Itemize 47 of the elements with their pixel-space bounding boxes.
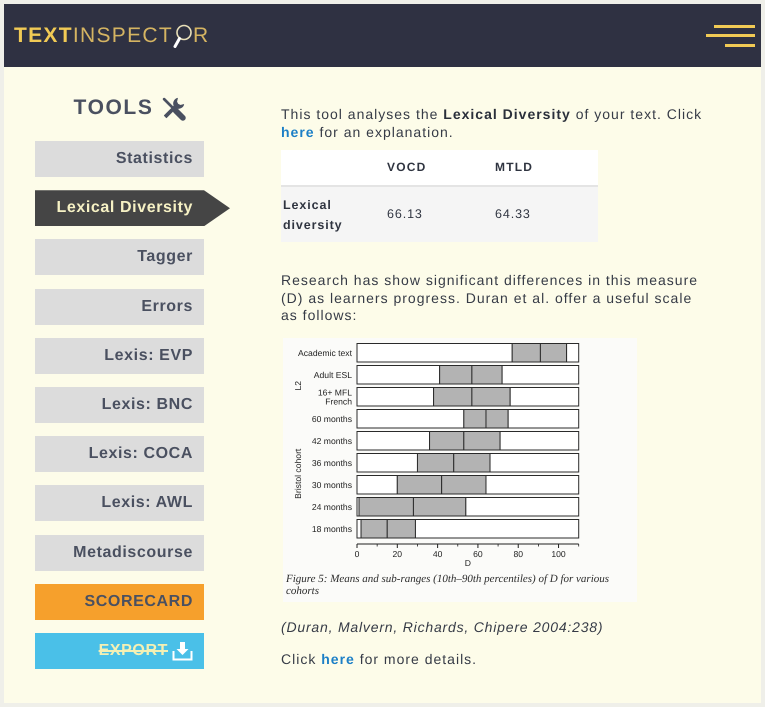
group-label: Bristol cohort	[293, 448, 303, 498]
tick-label: 60	[473, 548, 483, 558]
tick-label: 80	[513, 548, 524, 558]
sidebar-button[interactable]: Lexis: EVP	[35, 338, 204, 374]
table-cell-text: 64.33	[495, 206, 531, 223]
row-header: Lexical diversity	[283, 196, 344, 234]
sidebar-button[interactable]: Lexis: BNC	[35, 386, 204, 423]
category-label: Adult ESL	[314, 369, 352, 380]
axis-title: D	[464, 558, 471, 568]
category-label: 36 months	[312, 457, 352, 468]
sidebar-button[interactable]: Errors	[35, 288, 204, 325]
column-header: MTLD	[495, 158, 534, 176]
tick-label: 40	[432, 548, 442, 558]
logo-text: TEXTINSPECT	[14, 24, 173, 48]
more-text: Click here for more details.	[281, 651, 478, 668]
intro-text: This tool analyses the Lexical Diversity of your text. Click here for an explanation.	[281, 106, 704, 141]
sidebar-heading: TOOLS	[74, 96, 154, 120]
sidebar-button[interactable]: Lexical Diversity	[35, 190, 230, 226]
logo-text: R	[193, 24, 210, 48]
category-label: 24 months	[312, 501, 352, 512]
sidebar-button[interactable]: Tagger	[35, 239, 204, 276]
link[interactable]: here	[281, 124, 315, 140]
tools-icon	[161, 96, 186, 120]
sidebar-button[interactable]: SCORECARD	[35, 584, 204, 620]
column-header: VOCD	[387, 158, 426, 176]
category-label: 16+ MFL French	[318, 386, 352, 406]
figure-caption: Figure 5: Means and sub-ranges (10th–90th percentiles) of D for various cohorts	[285, 572, 610, 596]
tick-label: 100	[551, 548, 566, 558]
category-label: 30 months	[312, 479, 352, 490]
paragraph: Research has show significant differences in this measure (D) as learners progress. Duran et al. offer a useful scale as follows:	[281, 272, 700, 324]
category-label: Academic text	[298, 347, 352, 358]
magnifier-icon	[173, 24, 193, 48]
download-icon	[172, 640, 193, 661]
table-cell-text: 66.13	[387, 206, 423, 223]
citation: (Duran, Malvern, Richards, Chipere 2004:238)	[281, 618, 604, 636]
menu-icon[interactable]	[706, 24, 755, 46]
group-label: L2	[293, 380, 303, 390]
tick-label: 0	[354, 548, 360, 558]
sidebar-button[interactable]: Metadiscourse	[35, 534, 204, 570]
link[interactable]: here	[321, 651, 355, 667]
sidebar-button[interactable]: Lexis: AWL	[35, 485, 204, 522]
category-label: 18 months	[312, 523, 352, 534]
category-label: 42 months	[312, 435, 352, 446]
category-label: 60 months	[312, 413, 352, 424]
sidebar-button[interactable]: Statistics	[35, 141, 204, 177]
sidebar-button[interactable]: Lexis: COCA	[35, 436, 204, 472]
tick-label: 20	[392, 548, 402, 558]
